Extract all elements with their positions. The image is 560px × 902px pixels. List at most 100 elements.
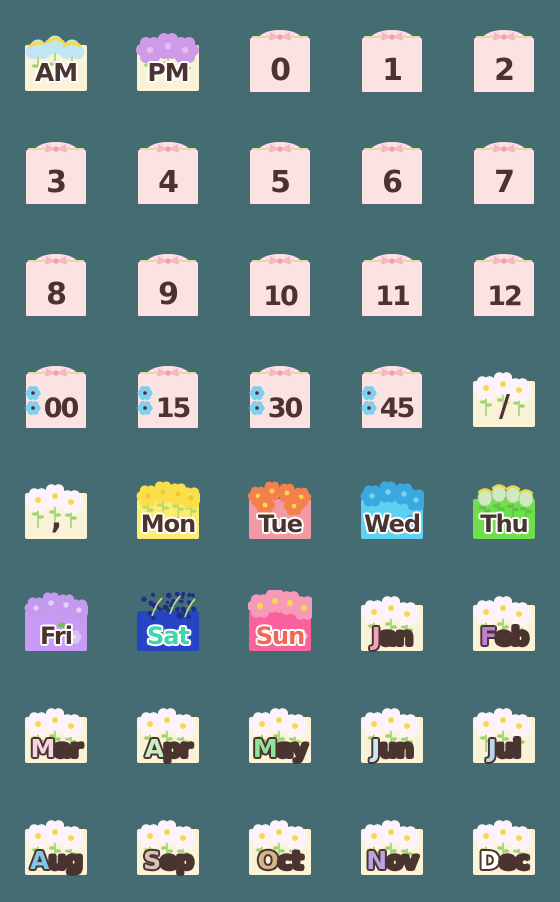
sticker-cell-11[interactable]: 8 xyxy=(0,230,112,342)
sticker-cell-35[interactable]: Jul xyxy=(448,678,560,790)
sticker-3[interactable]: 3 xyxy=(24,142,88,206)
card-top-edge xyxy=(140,260,196,262)
sticker-5[interactable]: 5 xyxy=(248,142,312,206)
sticker-cell-31[interactable]: Mar xyxy=(0,678,112,790)
sticker-tue[interactable]: Tue xyxy=(248,478,312,542)
sticker-cell-32[interactable]: Apr xyxy=(112,678,224,790)
sticker-[interactable]: / xyxy=(472,366,536,430)
sticker-jan[interactable]: Jan xyxy=(360,590,424,654)
sticker-10[interactable]: 10 xyxy=(248,254,312,318)
sticker-pm[interactable]: PM xyxy=(136,30,200,94)
sticker-wed[interactable]: Wed xyxy=(360,478,424,542)
sticker-6[interactable]: 6 xyxy=(360,142,424,206)
sticker-cell-30[interactable]: Feb xyxy=(448,566,560,678)
sticker-cell-13[interactable]: 10 xyxy=(224,230,336,342)
sticker-cell-6[interactable]: 3 xyxy=(0,118,112,230)
sticker-cell-21[interactable]: , xyxy=(0,454,112,566)
sticker-cell-22[interactable]: Mon xyxy=(112,454,224,566)
sticker-cell-12[interactable]: 9 xyxy=(112,230,224,342)
sticker-fri[interactable]: Fri xyxy=(24,590,88,654)
sticker-cell-19[interactable]: 45 xyxy=(336,342,448,454)
sticker-cell-24[interactable]: Wed xyxy=(336,454,448,566)
sticker-cell-36[interactable]: Aug xyxy=(0,790,112,902)
sticker-cell-14[interactable]: 11 xyxy=(336,230,448,342)
sticker-cell-29[interactable]: Jan xyxy=(336,566,448,678)
sticker-11[interactable]: 11 xyxy=(360,254,424,318)
sticker-cell-34[interactable]: Jun xyxy=(336,678,448,790)
sticker-1[interactable]: 1 xyxy=(360,30,424,94)
sticker-label: 7 xyxy=(494,168,514,198)
sticker-cell-23[interactable]: Tue xyxy=(224,454,336,566)
sticker-cell-37[interactable]: Sep xyxy=(112,790,224,902)
sticker-label: 2 xyxy=(494,56,514,86)
sticker-15[interactable]: 15 xyxy=(136,366,200,430)
sticker-label: PM xyxy=(147,60,188,85)
sticker-sat[interactable]: Sat xyxy=(136,590,200,654)
sticker-4[interactable]: 4 xyxy=(136,142,200,206)
sticker-cell-1[interactable]: AM xyxy=(0,6,112,118)
sticker-label: Wed xyxy=(364,512,420,536)
sticker-label: 8 xyxy=(46,280,66,310)
sticker-00[interactable]: 00 xyxy=(24,366,88,430)
sticker-cell-8[interactable]: 5 xyxy=(224,118,336,230)
sticker-cell-28[interactable]: Sun xyxy=(224,566,336,678)
sticker-45[interactable]: 45 xyxy=(360,366,424,430)
sticker-cell-16[interactable]: 00 xyxy=(0,342,112,454)
sticker-cell-33[interactable]: May xyxy=(224,678,336,790)
sticker-sep[interactable]: Sep xyxy=(136,814,200,878)
sticker-[interactable]: , xyxy=(24,478,88,542)
sticker-cell-4[interactable]: 1 xyxy=(336,6,448,118)
sticker-cell-27[interactable]: Sat xyxy=(112,566,224,678)
sticker-cell-9[interactable]: 6 xyxy=(336,118,448,230)
sticker-apr[interactable]: Apr xyxy=(136,702,200,766)
sticker-may[interactable]: May xyxy=(248,702,312,766)
sticker-12[interactable]: 12 xyxy=(472,254,536,318)
sticker-label: Apr xyxy=(145,736,192,761)
sticker-cell-3[interactable]: 0 xyxy=(224,6,336,118)
sticker-sun[interactable]: Sun xyxy=(248,590,312,654)
card-top-edge xyxy=(364,260,420,262)
sticker-7[interactable]: 7 xyxy=(472,142,536,206)
sticker-thu[interactable]: Thu xyxy=(472,478,536,542)
sticker-8[interactable]: 8 xyxy=(24,254,88,318)
sticker-cell-17[interactable]: 15 xyxy=(112,342,224,454)
sticker-cell-26[interactable]: Fri xyxy=(0,566,112,678)
sticker-label: , xyxy=(51,504,61,534)
sticker-jul[interactable]: Jul xyxy=(472,702,536,766)
sticker-2[interactable]: 2 xyxy=(472,30,536,94)
sticker-cell-5[interactable]: 2 xyxy=(448,6,560,118)
sticker-cell-2[interactable]: PM xyxy=(112,6,224,118)
sticker-mar[interactable]: Mar xyxy=(24,702,88,766)
sticker-9[interactable]: 9 xyxy=(136,254,200,318)
sticker-cell-40[interactable]: Dec xyxy=(448,790,560,902)
sticker-feb[interactable]: Feb xyxy=(472,590,536,654)
sticker-cell-39[interactable]: Nov xyxy=(336,790,448,902)
sticker-label: 6 xyxy=(382,168,402,198)
month-rest: eb xyxy=(495,622,528,651)
sticker-cell-38[interactable]: Oct xyxy=(224,790,336,902)
month-rest: ov xyxy=(386,846,417,875)
sticker-0[interactable]: 0 xyxy=(248,30,312,94)
sticker-am[interactable]: AM xyxy=(24,30,88,94)
sticker-cell-10[interactable]: 7 xyxy=(448,118,560,230)
sticker-aug[interactable]: Aug xyxy=(24,814,88,878)
sticker-dec[interactable]: Dec xyxy=(472,814,536,878)
sticker-grid: AM PM 0 1 2 3 4 5 6 7 8 9 10 11 12 00 15 30 45/, Mon Tue Wed T… xyxy=(0,6,560,902)
sticker-30[interactable]: 30 xyxy=(248,366,312,430)
sticker-oct[interactable]: Oct xyxy=(248,814,312,878)
sticker-jun[interactable]: Jun xyxy=(360,702,424,766)
sticker-cell-15[interactable]: 12 xyxy=(448,230,560,342)
month-initial: M xyxy=(30,734,54,763)
sticker-label: Sep xyxy=(143,848,193,873)
sticker-label: 11 xyxy=(375,283,409,310)
month-initial: S xyxy=(143,846,160,875)
sticker-cell-20[interactable]: / xyxy=(448,342,560,454)
sticker-cell-7[interactable]: 4 xyxy=(112,118,224,230)
sticker-mon[interactable]: Mon xyxy=(136,478,200,542)
sticker-label: Fri xyxy=(40,624,72,648)
sticker-cell-25[interactable]: Thu xyxy=(448,454,560,566)
sticker-nov[interactable]: Nov xyxy=(360,814,424,878)
sticker-label: 9 xyxy=(158,280,178,310)
sticker-label: May xyxy=(253,736,307,761)
sticker-cell-18[interactable]: 30 xyxy=(224,342,336,454)
